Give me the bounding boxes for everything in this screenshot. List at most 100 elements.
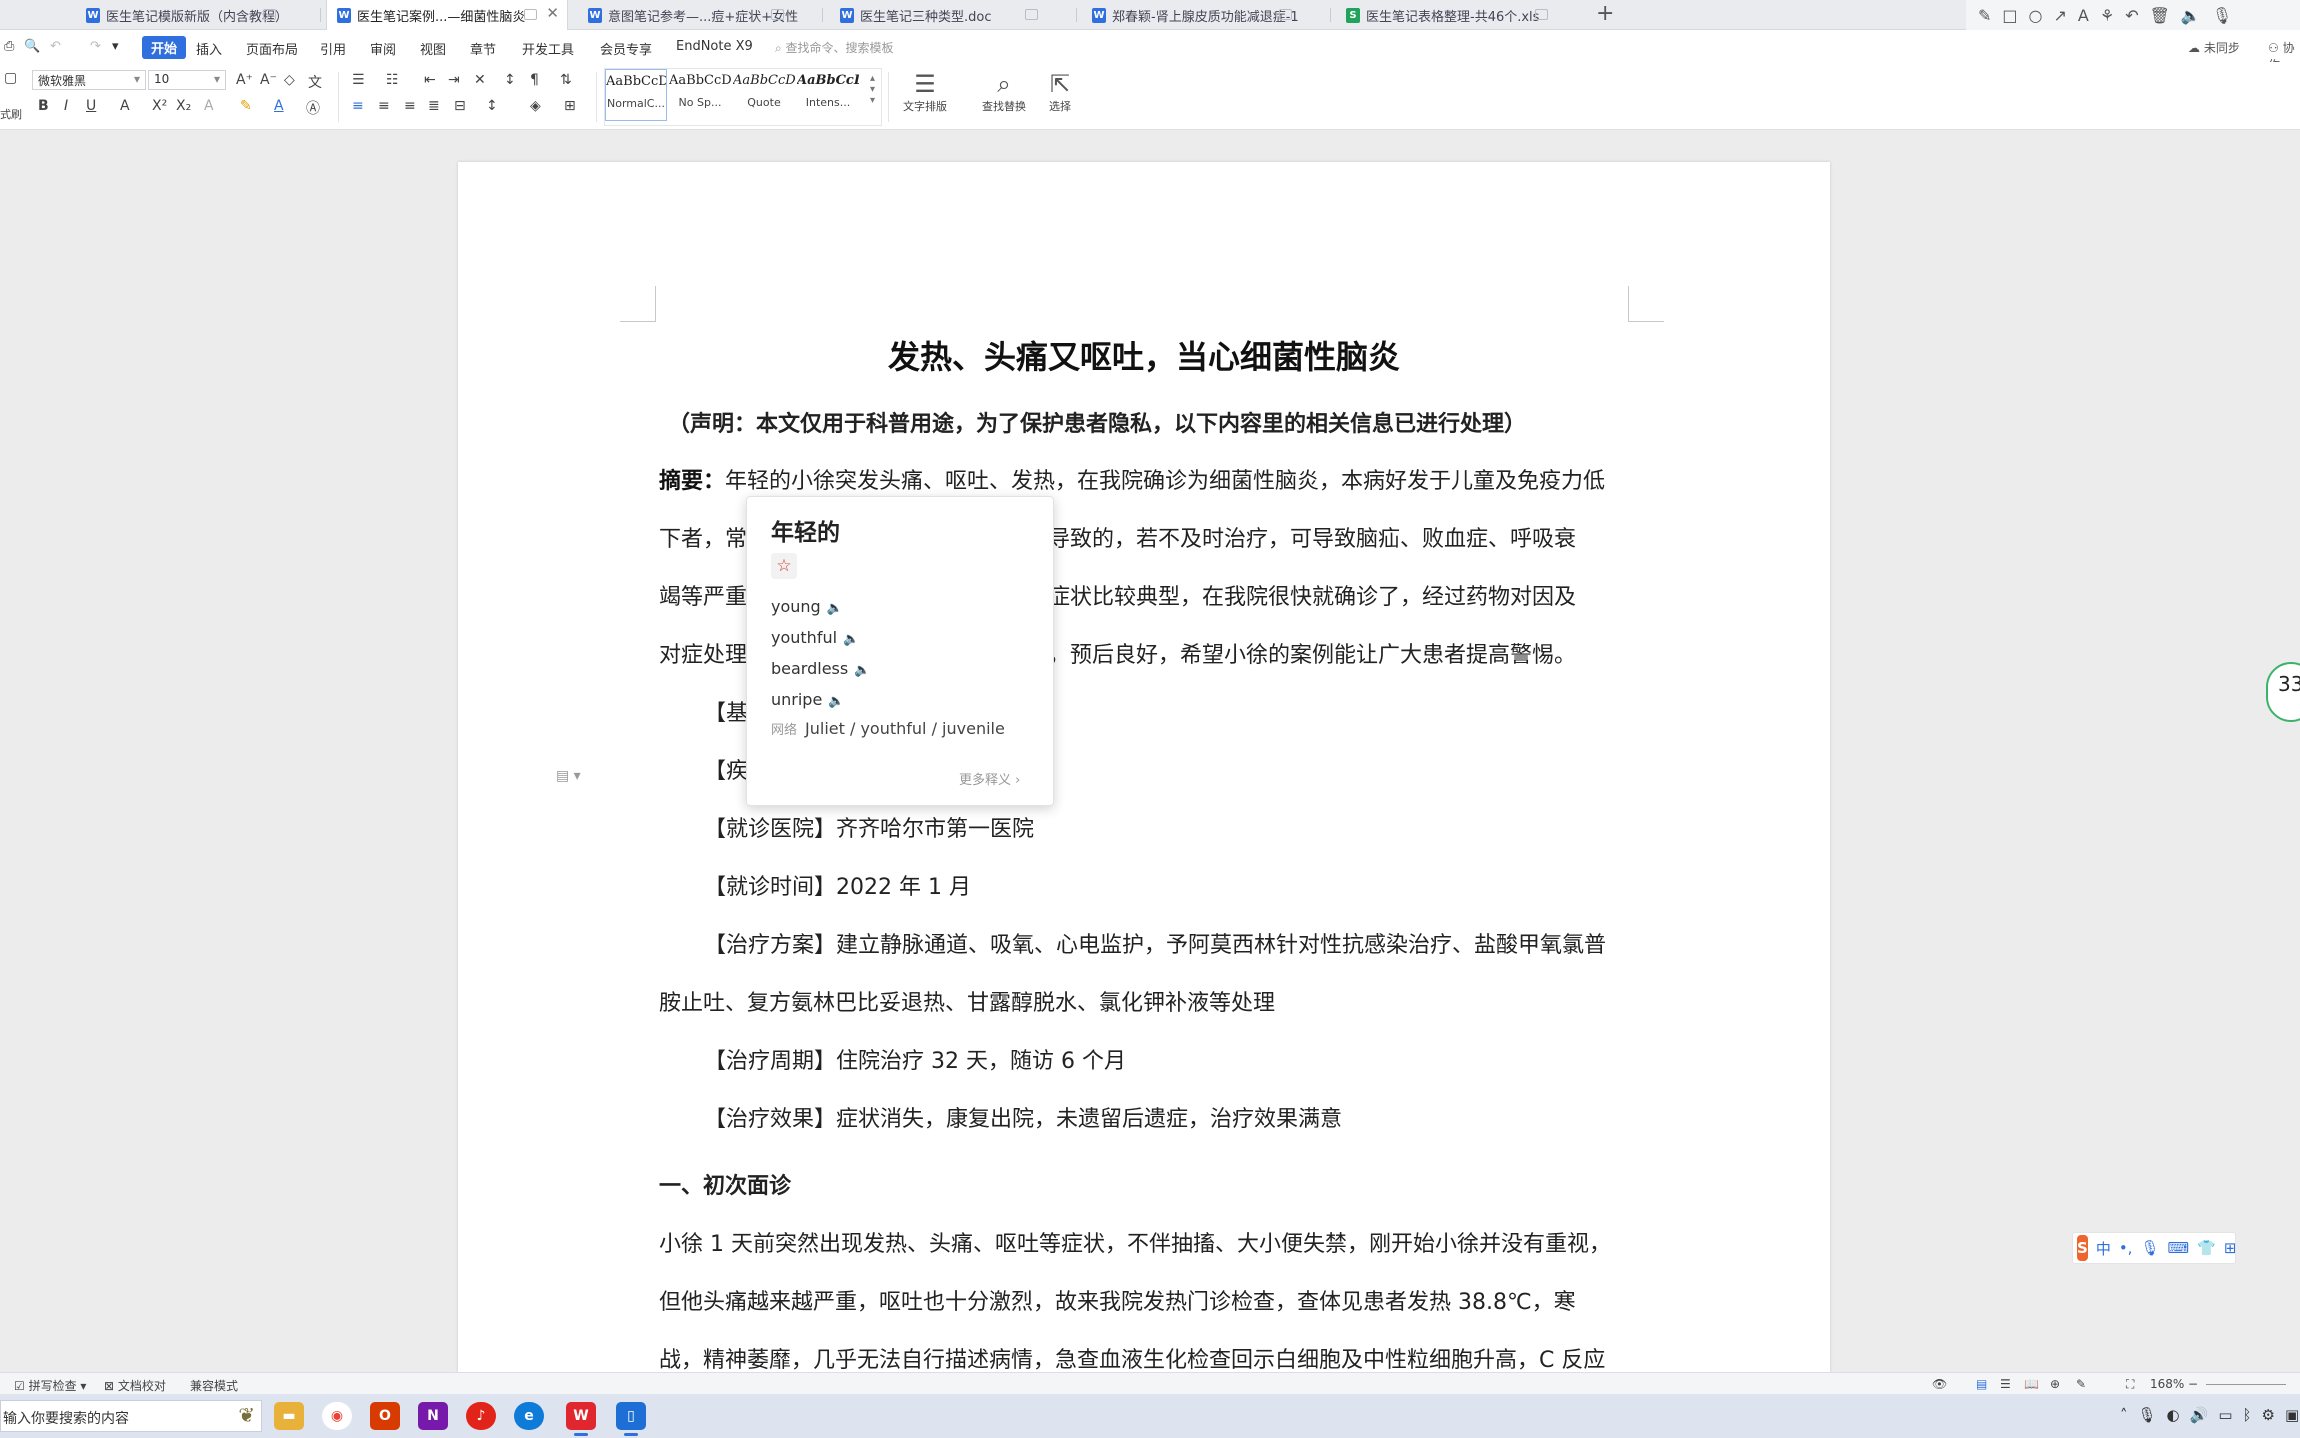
tab-doc-2[interactable]: W 医生笔记案例...—细菌性脑炎 ✕ (326, 0, 568, 30)
speaker-icon[interactable]: 🔈 (827, 601, 843, 616)
monitor-icon[interactable] (1025, 9, 1038, 20)
basic-info-partial[interactable]: 【基 (704, 699, 748, 729)
subscript-icon[interactable]: X₂ (176, 98, 191, 114)
menu-endnote[interactable]: EndNote X9 (676, 39, 753, 54)
fit-page-icon[interactable]: ⛶ (2126, 1377, 2134, 1392)
definition-item[interactable]: unripe 🔈 (771, 690, 845, 709)
numbered-list-icon[interactable]: ☷ (386, 72, 399, 88)
superscript-icon[interactable]: X² (152, 98, 167, 114)
disease-partial[interactable]: 【疾 (704, 757, 748, 787)
spell-check-toggle[interactable]: ☑ 拼写检查 ▾ (14, 1377, 86, 1394)
treatment-plan-line-2[interactable]: 胺止吐、复方氨林巴比妥退热、甘露醇脱水、氯化钾补液等处理 (659, 989, 1275, 1019)
chevron-up-icon[interactable]: ˄ (2120, 1406, 2128, 1424)
definition-item[interactable]: youthful 🔈 (771, 628, 859, 647)
gallery-scroll-icon[interactable]: ▴ ▾ ▾ (870, 73, 875, 106)
section-heading[interactable]: 一、初次面诊 (659, 1172, 791, 1202)
undo-icon[interactable]: ↶ (2125, 6, 2138, 25)
sort-icon[interactable]: ↕ (504, 72, 516, 88)
menu-insert[interactable]: 插入 (196, 39, 222, 58)
menu-reference[interactable]: 引用 (320, 39, 346, 58)
tab-doc-1[interactable]: W 医生笔记模版新版（内含教程） (76, 0, 306, 30)
trash-icon[interactable]: 🗑 (2150, 6, 2170, 25)
outline-view-icon[interactable]: ☰ (2000, 1377, 2011, 1391)
strikethrough-icon[interactable]: A (120, 98, 130, 114)
file-explorer-icon[interactable]: ▬ (274, 1402, 304, 1430)
menu-review[interactable]: 审阅 (370, 39, 396, 58)
text-icon[interactable]: A (2078, 6, 2089, 25)
star-icon[interactable]: ☆ (771, 553, 797, 579)
circle-icon[interactable]: ○ (2029, 6, 2043, 25)
format-painter-label[interactable]: 式刷 (0, 106, 22, 122)
monitor-icon[interactable] (1279, 9, 1292, 20)
menu-chapter[interactable]: 章节 (470, 39, 496, 58)
eye-protection-icon[interactable]: 👁 (1932, 1377, 1947, 1391)
new-tab-button[interactable]: + (1596, 2, 1614, 26)
paragraph-handle-icon[interactable]: ▤ ▾ (556, 768, 581, 784)
grid-menu-icon[interactable]: ⊞ (2224, 1239, 2237, 1257)
style-intense[interactable]: AaBbCcL Intens... (797, 69, 859, 121)
settings-icon[interactable]: ⚙ (2262, 1406, 2275, 1424)
chinese-layout-icon[interactable]: ✕ (474, 72, 486, 88)
menu-view[interactable]: 视图 (420, 39, 446, 58)
network-icon[interactable]: ▭ (2218, 1406, 2232, 1424)
document-title[interactable]: 发热、头痛又呕吐，当心细菌性脑炎 (458, 332, 1830, 378)
underline-icon[interactable]: U (86, 98, 96, 114)
speaker-icon[interactable]: 🔈 (854, 663, 870, 678)
punctuation-icon[interactable]: •, (2119, 1239, 2133, 1257)
print-preview-icon[interactable]: 🔍 (24, 39, 40, 54)
show-marks-icon[interactable]: ¶ (530, 72, 539, 88)
sync-status[interactable]: ☁ 未同步 (2188, 39, 2240, 56)
grow-font-icon[interactable]: A⁺ (236, 72, 253, 88)
menu-page-layout[interactable]: 页面布局 (246, 39, 298, 58)
more-definitions-link[interactable]: 更多释义 › (959, 769, 1020, 788)
clear-format-icon[interactable]: ◇ (284, 72, 295, 88)
page-view-icon[interactable]: ▤ (1976, 1377, 1987, 1391)
skin-icon[interactable]: 👕 (2197, 1239, 2216, 1257)
edge-icon[interactable]: e (514, 1402, 544, 1430)
web-view-icon[interactable]: ⊕ (2050, 1377, 2060, 1391)
print-icon[interactable]: ⎙ (4, 39, 14, 54)
style-quote[interactable]: AaBbCcDd Quote (733, 69, 795, 121)
menu-dev-tools[interactable]: 开发工具 (522, 39, 574, 58)
redo-icon[interactable]: ↷ (90, 39, 101, 54)
onenote-icon[interactable]: N (418, 1402, 448, 1430)
bluetooth-icon[interactable]: ᛒ (2243, 1406, 2252, 1424)
monitor-icon[interactable] (524, 9, 537, 20)
treatment-effect-line[interactable]: 【治疗效果】症状消失，康复出院，未遗留后遗症，治疗效果满意 (704, 1105, 1342, 1135)
netease-music-icon[interactable]: ♪ (466, 1402, 496, 1430)
side-assistant-badge[interactable]: 33 (2266, 662, 2300, 722)
increase-indent-icon[interactable]: ⇥ (448, 72, 460, 88)
taskbar-search-input[interactable]: 输入你要搜索的内容 ❦ (0, 1400, 262, 1432)
zoom-out-icon[interactable]: − (2188, 1377, 2198, 1391)
justify-icon[interactable]: ≣ (428, 98, 440, 114)
abstract-line-1[interactable]: 摘要：年轻的小徐突发头痛、呕吐、发热，在我院确诊为细菌性脑炎，本病好发于儿童及免… (659, 467, 1605, 497)
app-tray-icon[interactable]: ◐ (2167, 1406, 2180, 1424)
shading-icon[interactable]: ◈ (530, 98, 541, 114)
borders-icon[interactable]: ⊞ (564, 98, 576, 114)
body-line-2[interactable]: 但他头痛越来越严重，呕吐也十分激烈，故来我院发热门诊检查，查体见患者发热 38.… (659, 1288, 1576, 1318)
tab-doc-5[interactable]: W 郑春颖-肾上腺皮质功能减退症-1 (1082, 0, 1322, 30)
abstract-line-2a[interactable]: 下者，常 (659, 525, 747, 555)
tab-doc-4[interactable]: W 医生笔记三种类型.doc (830, 0, 1068, 30)
monitor-icon[interactable] (1535, 9, 1548, 20)
font-color-icon[interactable]: A (274, 98, 284, 114)
align-center-icon[interactable]: ≡ (378, 98, 390, 114)
pen-icon[interactable]: ✎ (1978, 6, 1991, 25)
keyboard-icon[interactable]: ⌨ (2168, 1239, 2190, 1257)
style-normal[interactable]: AaBbCcDd NormalC... (605, 69, 667, 121)
italic-icon[interactable]: I (64, 98, 68, 114)
find-replace-button[interactable]: ⌕ 查找替换 (972, 70, 1036, 114)
hospital-line[interactable]: 【就诊医院】齐齐哈尔市第一医院 (704, 815, 1034, 845)
text-layout-button[interactable]: ☰ 文字排版 (896, 70, 954, 114)
visit-time-line[interactable]: 【就诊时间】2022 年 1 月 (704, 873, 971, 903)
microphone-icon[interactable]: 🎙 (2212, 6, 2232, 25)
rectangle-icon[interactable]: □ (2002, 6, 2017, 25)
close-icon[interactable]: ✕ (546, 4, 559, 22)
abstract-line-4a[interactable]: 对症处理 (659, 641, 747, 671)
quick-access-dropdown-icon[interactable]: ▾ (112, 39, 119, 54)
distribute-icon[interactable]: ⊟ (454, 98, 466, 114)
paragraph-spacing-icon[interactable]: ↕ (486, 98, 498, 114)
undo-icon[interactable]: ↶ (50, 39, 61, 54)
paste-icon[interactable]: ▢ (4, 70, 17, 86)
line-spacing-icon[interactable]: ⇅ (560, 72, 572, 88)
